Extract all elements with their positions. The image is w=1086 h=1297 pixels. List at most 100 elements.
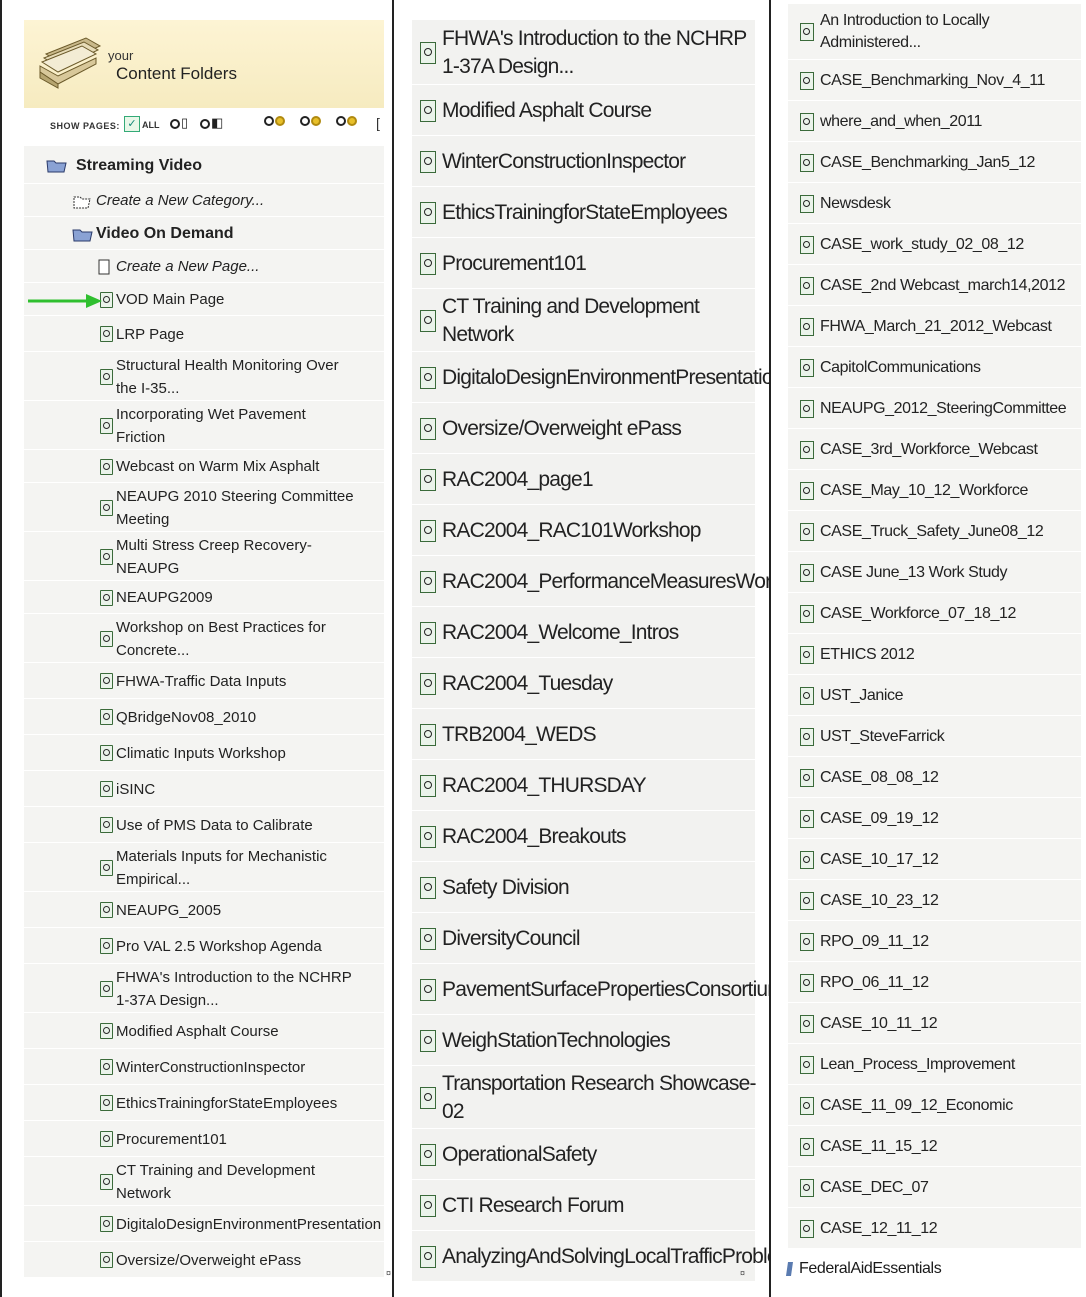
list-item[interactable]: WinterConstructionInspector: [24, 1049, 384, 1085]
folder-streaming-video[interactable]: Streaming Video: [24, 146, 384, 184]
list-item[interactable]: An Introduction to Locally Administered..…: [788, 4, 1081, 60]
list-item[interactable]: UST_Janice: [788, 675, 1081, 716]
list-item[interactable]: iSINC: [24, 771, 384, 807]
list-item[interactable]: RAC2004_Tuesday: [412, 658, 755, 709]
folder-video-on-demand[interactable]: Video On Demand: [24, 217, 384, 250]
list-item[interactable]: Transportation Research Showcase- 02: [412, 1066, 756, 1129]
show-pages-label: SHOW PAGES:: [50, 121, 120, 131]
list-item[interactable]: CASE_DEC_07: [788, 1167, 1081, 1208]
list-item-label: DiversityCouncil: [442, 926, 581, 950]
list-item[interactable]: CASE_10_11_12: [788, 1003, 1081, 1044]
list-item-label: Procurement101: [442, 251, 587, 275]
list-item[interactable]: NEAUPG_2005: [24, 892, 384, 928]
list-item[interactable]: Procurement101: [24, 1121, 384, 1157]
list-item[interactable]: CASE_Truck_Safety_June08_12: [788, 511, 1081, 552]
list-item[interactable]: RAC2004_page1: [412, 454, 755, 505]
list-item[interactable]: Structural Health Monitoring Over the I-3…: [24, 352, 384, 401]
list-item[interactable]: Incorporating Wet Pavement Friction: [24, 401, 384, 450]
create-page-link-label: Create a New Page...: [116, 258, 260, 275]
list-item[interactable]: RPO_09_11_12: [788, 921, 1081, 962]
list-item[interactable]: DigitaloDesignEnvironmentPresentation: [412, 352, 769, 403]
list-item[interactable]: LRP Page: [24, 316, 384, 352]
list-item[interactable]: OperationalSafety: [412, 1129, 755, 1180]
list-item[interactable]: Materials Inputs for Mechanistic Empirica…: [24, 843, 384, 892]
list-item[interactable]: EthicsTrainingforStateEmployees: [24, 1085, 384, 1121]
list-item[interactable]: Oversize/Overweight ePass: [412, 403, 755, 454]
list-item[interactable]: DiversityCouncil: [412, 913, 755, 964]
list-item[interactable]: CASE_11_15_12: [788, 1126, 1081, 1167]
list-item[interactable]: where_and_when_2011: [788, 101, 1081, 142]
list-item[interactable]: NEAUPG2009: [24, 581, 384, 614]
list-item[interactable]: CapitolCommunications: [788, 347, 1081, 388]
list-item[interactable]: Oversize/Overweight ePass: [24, 1242, 384, 1278]
list-item[interactable]: CASE_Workforce_07_18_12: [788, 593, 1081, 634]
list-item[interactable]: CASE_09_19_12: [788, 798, 1081, 839]
list-item[interactable]: Modified Asphalt Course: [24, 1013, 384, 1049]
list-item[interactable]: NEAUPG_2012_SteeringCommittee: [788, 388, 1081, 429]
page-icon: [420, 201, 436, 224]
list-item[interactable]: CASE_Benchmarking_Nov_4_11: [788, 60, 1081, 101]
list-item[interactable]: FHWA's Introduction to the NCHRP 1-37A De…: [24, 964, 384, 1013]
list-item[interactable]: Safety Division: [412, 862, 755, 913]
list-item[interactable]: QBridgeNov08_2010: [24, 699, 384, 735]
list-item[interactable]: CASE_08_08_12: [788, 757, 1081, 798]
page-icon: [800, 1014, 814, 1033]
list-item[interactable]: EthicsTrainingforStateEmployees: [412, 187, 755, 238]
create-page-link[interactable]: Create a New Page...: [24, 250, 384, 283]
list-item[interactable]: WinterConstructionInspector: [412, 136, 755, 187]
list-item[interactable]: RPO_06_11_12: [788, 962, 1081, 1003]
list-item[interactable]: Newsdesk: [788, 183, 1081, 224]
page-icon: [800, 1137, 814, 1156]
list-item[interactable]: CASE_12_11_12: [788, 1208, 1081, 1249]
list-item[interactable]: CASE_3rd_Workforce_Webcast: [788, 429, 1081, 470]
list-item-label: Use of PMS Data to Calibrate: [116, 816, 313, 834]
list-item[interactable]: NEAUPG 2010 Steering Committee Meeting: [24, 483, 384, 532]
list-item[interactable]: CT Training and Development Network: [24, 1157, 384, 1206]
list-item[interactable]: WeighStationTechnologies: [412, 1015, 755, 1066]
list-item[interactable]: CASE_Benchmarking_Jan5_12: [788, 142, 1081, 183]
list-item[interactable]: RAC2004_Breakouts: [412, 811, 755, 862]
list-item[interactable]: CTI Research Forum: [412, 1180, 755, 1231]
list-item[interactable]: RAC2004_THURSDAY: [412, 760, 755, 811]
list-item[interactable]: FHWA's Introduction to the NCHRP 1-37A De…: [412, 20, 755, 85]
list-item[interactable]: CT Training and Development Network: [412, 289, 755, 352]
list-item[interactable]: CASE June_13 Work Study: [788, 552, 1081, 593]
list-item[interactable]: Webcast on Warm Mix Asphalt: [24, 450, 384, 483]
page-filter-plain[interactable]: ▯: [170, 115, 196, 133]
create-category-link[interactable]: Create a New Category...: [24, 184, 384, 217]
page-filter-status-3[interactable]: [336, 115, 362, 133]
list-item[interactable]: Multi Stress Creep Recovery- NEAUPG: [24, 532, 384, 581]
federal-aid-essentials-link[interactable]: FederalAidEssentials: [799, 1258, 942, 1280]
list-item[interactable]: ETHICS 2012: [788, 634, 1081, 675]
list-item[interactable]: CASE_May_10_12_Workforce: [788, 470, 1081, 511]
list-item[interactable]: FHWA_March_21_2012_Webcast: [788, 306, 1081, 347]
list-item[interactable]: RAC2004_PerformanceMeasuresWorkshop: [412, 556, 769, 607]
page-filter-more[interactable]: [: [376, 115, 392, 133]
show-all-checkbox[interactable]: ✓: [124, 116, 140, 132]
list-item[interactable]: Pro VAL 2.5 Workshop Agenda: [24, 928, 384, 964]
list-item[interactable]: FHWA-Traffic Data Inputs: [24, 663, 384, 699]
list-item[interactable]: RAC2004_Welcome_Intros: [412, 607, 755, 658]
list-item[interactable]: CASE_11_09_12_Economic: [788, 1085, 1081, 1126]
list-item[interactable]: DigitaloDesignEnvironmentPresentation: [24, 1206, 384, 1242]
list-item[interactable]: Procurement101: [412, 238, 755, 289]
list-item[interactable]: Use of PMS Data to Calibrate: [24, 807, 384, 843]
list-item-label: 02: [442, 1099, 465, 1123]
list-item[interactable]: Lean_Process_Improvement: [788, 1044, 1081, 1085]
list-item[interactable]: Climatic Inputs Workshop: [24, 735, 384, 771]
list-item[interactable]: TRB2004_WEDS: [412, 709, 755, 760]
list-item[interactable]: UST_SteveFarrick: [788, 716, 1081, 757]
list-item[interactable]: Modified Asphalt Course: [412, 85, 755, 136]
page-filter-status-1[interactable]: [264, 115, 290, 133]
list-item[interactable]: CASE_work_study_02_08_12: [788, 224, 1081, 265]
list-item[interactable]: PavementSurfacePropertiesConsortium: [412, 964, 769, 1015]
list-item[interactable]: CASE_10_23_12: [788, 880, 1081, 921]
page-filter-status-2[interactable]: [300, 115, 326, 133]
list-item[interactable]: RAC2004_RAC101Workshop: [412, 505, 755, 556]
page-filter-published[interactable]: ◧: [200, 115, 226, 133]
list-item[interactable]: CASE_10_17_12: [788, 839, 1081, 880]
page-icon: [420, 774, 436, 797]
list-item[interactable]: CASE_2nd Webcast_march14,2012: [788, 265, 1081, 306]
list-item[interactable]: AnalyzingAndSolvingLocalTrafficProblems: [412, 1231, 769, 1282]
list-item[interactable]: Workshop on Best Practices for Concrete..…: [24, 614, 384, 663]
